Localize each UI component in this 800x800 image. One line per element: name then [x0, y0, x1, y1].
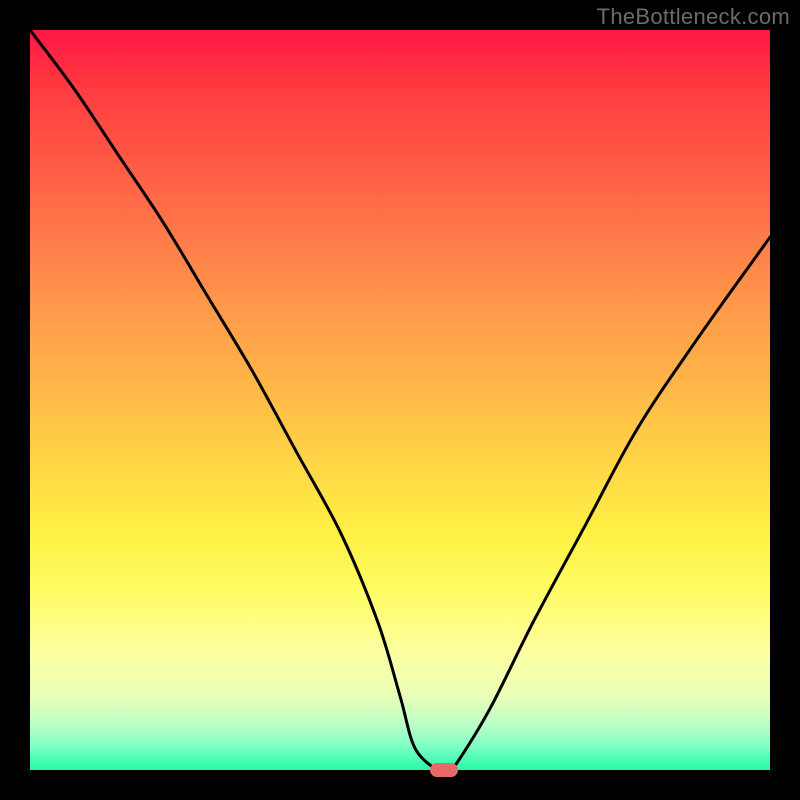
plot-area — [30, 30, 770, 770]
curve-path — [30, 30, 770, 770]
chart-frame: TheBottleneck.com — [0, 0, 800, 800]
optimal-point-marker — [430, 763, 458, 777]
watermark-text: TheBottleneck.com — [597, 4, 790, 30]
bottleneck-curve — [30, 30, 770, 770]
